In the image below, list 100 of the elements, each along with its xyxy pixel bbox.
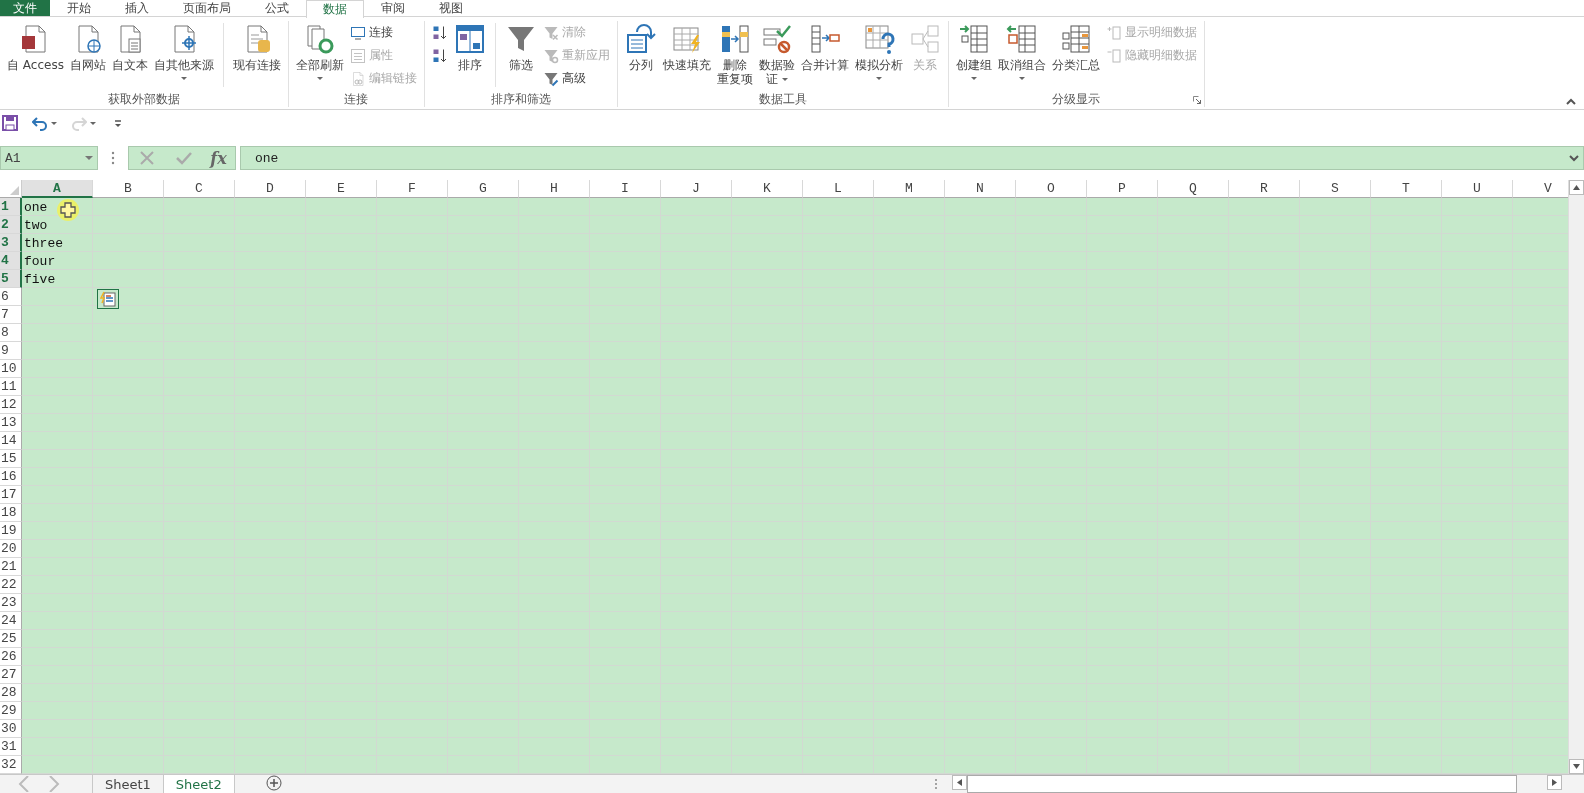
row-header[interactable]: 5 (0, 270, 22, 288)
row-header[interactable]: 24 (0, 612, 22, 630)
ribbon-tab[interactable]: 数据 (306, 0, 364, 18)
sheet-tab[interactable]: Sheet2 (162, 775, 235, 793)
row-header[interactable]: 14 (0, 432, 22, 450)
column-header[interactable]: E (306, 180, 377, 198)
ribbon-button[interactable]: 自其他来源 (150, 21, 217, 82)
scroll-up-button[interactable] (1569, 180, 1584, 195)
scroll-down-button[interactable] (1569, 759, 1584, 774)
row-header[interactable]: 26 (0, 648, 22, 666)
ribbon-button[interactable]: 快速填充 (659, 21, 714, 74)
column-header[interactable]: P (1087, 180, 1158, 198)
row-header[interactable]: 11 (0, 378, 22, 396)
ribbon-button[interactable]: 模拟分析 (851, 21, 906, 82)
ribbon-button[interactable]: 取消组合 (994, 21, 1049, 82)
row-header[interactable]: 31 (0, 738, 22, 756)
row-header[interactable]: 27 (0, 666, 22, 684)
column-header[interactable]: B (93, 180, 164, 198)
sort-ascending-icon (431, 24, 448, 41)
funnel-icon (542, 47, 559, 64)
column-header[interactable]: G (448, 180, 519, 198)
table-cell-text: three (23, 234, 64, 252)
column-header[interactable]: T (1371, 180, 1442, 198)
funnel-icon (542, 24, 559, 41)
sort-descending-icon (431, 47, 448, 64)
flash-fill-options-button[interactable] (97, 289, 119, 309)
scroll-left-button[interactable] (952, 775, 967, 790)
ribbon-button[interactable]: 现有连接 (229, 21, 284, 74)
row-header[interactable]: 17 (0, 486, 22, 504)
row-header[interactable]: 8 (0, 324, 22, 342)
column-header[interactable]: S (1300, 180, 1371, 198)
ribbon-button[interactable]: 分类汇总 (1048, 21, 1103, 74)
ribbon-button[interactable]: 自文本 (108, 21, 151, 74)
ribbon-button[interactable]: 删除 重复项 (713, 21, 756, 88)
row-header[interactable]: 3 (0, 234, 22, 252)
row-header[interactable]: 2 (0, 216, 22, 234)
row-header[interactable]: 1 (0, 198, 22, 216)
row-header[interactable]: 10 (0, 360, 22, 378)
row-header[interactable]: 30 (0, 720, 22, 738)
row-header[interactable]: 25 (0, 630, 22, 648)
row-header[interactable]: 21 (0, 558, 22, 576)
row-header[interactable]: 9 (0, 342, 22, 360)
row-header[interactable]: 4 (0, 252, 22, 270)
add-sheet-button[interactable] (264, 775, 283, 793)
row-header[interactable]: 19 (0, 522, 22, 540)
name-box[interactable]: A1 (0, 146, 98, 170)
column-header[interactable]: C (164, 180, 235, 198)
row-header[interactable]: 23 (0, 594, 22, 612)
outline-icon (1059, 23, 1092, 55)
insert-function-button[interactable]: fx (210, 148, 227, 168)
column-header[interactable]: D (235, 180, 306, 198)
column-header[interactable]: U (1442, 180, 1513, 198)
column-header[interactable]: Q (1158, 180, 1229, 198)
row-header[interactable]: 6 (0, 288, 22, 306)
column-header[interactable]: I (590, 180, 661, 198)
group-label: 数据工具 (757, 91, 808, 107)
column-header[interactable]: J (661, 180, 732, 198)
ribbon-button[interactable]: 自网站 (66, 21, 109, 74)
ribbon-button[interactable]: 全部刷新 (292, 21, 347, 82)
save-button[interactable] (0, 113, 20, 133)
ribbon-button[interactable]: 自 Access (4, 21, 67, 74)
row-header[interactable]: 32 (0, 756, 22, 774)
column-header[interactable]: M (874, 180, 945, 198)
column-header[interactable]: N (945, 180, 1016, 198)
ribbon-button[interactable]: 筛选 (501, 21, 540, 74)
row-header[interactable]: 29 (0, 702, 22, 720)
name-box-value: A1 (5, 150, 21, 166)
group-label: 分级显示 (1051, 91, 1102, 107)
ribbon-button[interactable]: 数据验 证 (755, 21, 798, 88)
tables-icon (908, 23, 941, 55)
column-header[interactable]: F (377, 180, 448, 198)
row-header[interactable]: 18 (0, 504, 22, 522)
row-header[interactable]: 7 (0, 306, 22, 324)
splitter-icon (111, 151, 115, 165)
down-arrow-icon (1573, 763, 1580, 770)
ribbon-button[interactable]: 连接 (346, 23, 420, 42)
column-header[interactable]: L (803, 180, 874, 198)
ribbon-button[interactable]: 分列 (621, 21, 660, 74)
file-tab[interactable]: 文件 (0, 0, 50, 16)
column-header[interactable]: R (1229, 180, 1300, 198)
row-header[interactable]: 28 (0, 684, 22, 702)
column-header[interactable]: A (22, 180, 93, 198)
row-header[interactable]: 22 (0, 576, 22, 594)
formula-field[interactable]: one (240, 146, 1584, 170)
ribbon-button[interactable]: 高级 (539, 69, 613, 88)
scrollbar-thumb[interactable] (967, 775, 1517, 793)
ribbon-button[interactable]: 创建组 (952, 21, 995, 82)
row-header[interactable]: 13 (0, 414, 22, 432)
row-header[interactable]: 12 (0, 396, 22, 414)
ribbon-button[interactable]: 排序 (450, 21, 489, 74)
ribbon-button[interactable]: 合并计算 (797, 21, 852, 74)
splitter-icon (934, 778, 938, 790)
scroll-right-button[interactable] (1547, 775, 1562, 790)
column-header[interactable]: H (519, 180, 590, 198)
row-header[interactable]: 20 (0, 540, 22, 558)
row-header[interactable]: 15 (0, 450, 22, 468)
column-header[interactable]: O (1016, 180, 1087, 198)
row-header[interactable]: 16 (0, 468, 22, 486)
column-header[interactable]: K (732, 180, 803, 198)
column-header[interactable]: V (1513, 180, 1568, 198)
